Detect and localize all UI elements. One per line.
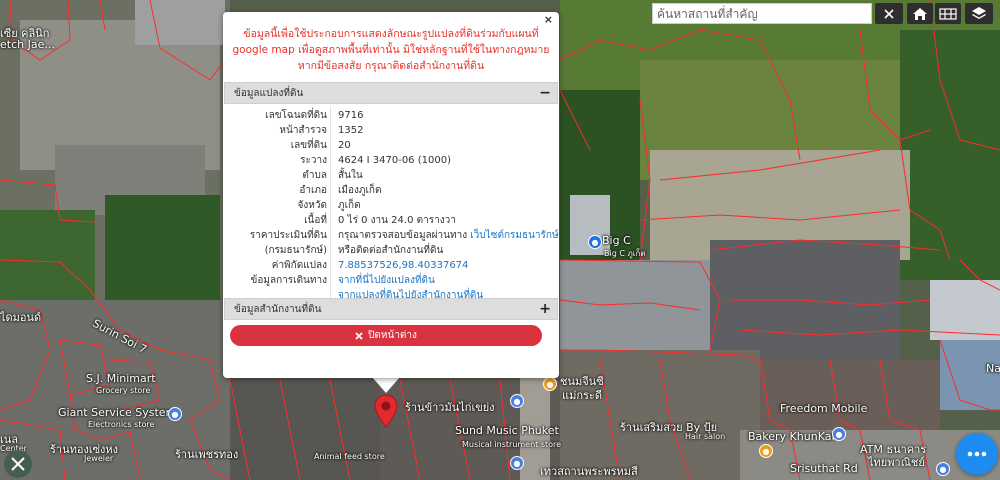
map-label-sund: Sund Music Phuket bbox=[455, 424, 559, 437]
info-value: หรือติดต่อสำนักงานที่ดิน bbox=[338, 245, 444, 256]
info-label: เนื้อที่ bbox=[304, 215, 327, 226]
info-label: อำเภอ bbox=[299, 185, 327, 196]
more-options-button[interactable] bbox=[956, 433, 998, 475]
map-label-tewasthan: เทวสถานพระพรหมสี bbox=[540, 465, 638, 478]
info-row-map-sheet: ระวาง 4624 I 3470-06 (1000) bbox=[223, 153, 559, 168]
info-row-appraisal-price: ราคาประเมินที่ดิน กรุณาตรวจสอบข้อมูลผ่าน… bbox=[223, 228, 559, 243]
map-label-hair: Hair salon bbox=[685, 432, 726, 441]
section-parcel-info-header[interactable]: ข้อมูลแปลงที่ดิน − bbox=[224, 82, 558, 104]
map-label-giant: Giant Service System bbox=[58, 406, 177, 419]
info-row-coordinates: ค่าพิกัดแปลง 7.88537526,98.40337674 bbox=[223, 258, 559, 273]
map-label-srisuthat: Srisuthat Rd bbox=[790, 462, 858, 475]
info-value: 20 bbox=[338, 140, 351, 151]
map-label-right-na: Na bbox=[986, 362, 1000, 375]
grid-icon bbox=[939, 7, 957, 20]
info-label: จังหวัด bbox=[297, 200, 327, 211]
info-value: 4624 I 3470-06 (1000) bbox=[338, 155, 451, 166]
info-value: กรุณาตรวจสอบข้อมูลผ่านทาง เว็บไซต์กรมธนา… bbox=[338, 228, 559, 243]
search-input[interactable] bbox=[652, 3, 872, 24]
info-row-area: เนื้อที่ 0 ไร่ 0 งาน 24.0 ตารางวา bbox=[223, 213, 559, 228]
treasury-website-link[interactable]: เว็บไซต์กรมธนารักษ์ bbox=[470, 230, 558, 241]
info-value: 1352 bbox=[338, 125, 364, 136]
map-label-electronics: Electronics store bbox=[88, 420, 155, 429]
map-label-big-c: Big C bbox=[602, 234, 631, 247]
grid-button[interactable] bbox=[935, 3, 961, 24]
map-label-sj-minimart: S.J. Minimart bbox=[86, 372, 156, 385]
info-label: ระวาง bbox=[300, 155, 327, 166]
info-row-province: จังหวัด ภูเก็ต bbox=[223, 198, 559, 213]
info-value: เมืองภูเก็ต bbox=[338, 185, 382, 196]
section-land-office-header[interactable]: ข้อมูลสำนักงานที่ดิน + bbox=[224, 298, 558, 320]
info-row-district: อำเภอ เมืองภูเก็ต bbox=[223, 183, 559, 198]
info-value: 9716 bbox=[338, 110, 364, 121]
map-label-gold2: ร้านเพชรทอง bbox=[175, 448, 239, 461]
map-label-atm2: ไทยพาณิชย์ bbox=[868, 456, 925, 469]
map-label-nachon2: แม่กระดี bbox=[562, 389, 602, 402]
info-label: ตำบล bbox=[302, 170, 327, 181]
coordinates-link[interactable]: 7.88537526,98.40337674 bbox=[338, 258, 468, 273]
popup-close-button[interactable]: × bbox=[544, 13, 553, 26]
layers-button[interactable] bbox=[965, 3, 993, 24]
close-window-button[interactable]: ปิดหน้าต่าง bbox=[230, 325, 542, 346]
info-label: ข้อมูลการเดินทาง bbox=[250, 275, 327, 286]
info-label: เลขที่ดิน bbox=[290, 140, 327, 151]
info-row-subdistrict: ตำบล สั้นใน bbox=[223, 168, 559, 183]
map-label-sund-sub: Musical instrument store bbox=[462, 440, 562, 449]
map-label-big-c-sub: Big C ภูเก็ต bbox=[604, 249, 646, 258]
clear-search-button[interactable] bbox=[875, 3, 903, 24]
section-land-office-title: ข้อมูลสำนักงานที่ดิน bbox=[234, 303, 322, 315]
info-label: หน้าสำรวจ bbox=[279, 125, 327, 136]
parcel-marker-icon[interactable] bbox=[374, 394, 398, 428]
section-parcel-info-title: ข้อมูลแปลงที่ดิน bbox=[234, 87, 304, 99]
popup-pointer bbox=[372, 377, 400, 393]
food-pin-icon[interactable]: ● bbox=[543, 377, 557, 391]
expand-icon[interactable]: + bbox=[539, 301, 551, 317]
close-icon bbox=[355, 331, 363, 340]
map-label-shop1: ร้านข้าวมันไก่เขย่ง bbox=[405, 401, 495, 414]
info-row-deed-number: เลขโฉนดที่ดิน 9716 bbox=[223, 108, 559, 123]
map-label-freedom: Freedom Mobile bbox=[780, 402, 868, 415]
map-label-grocery: Grocery store bbox=[96, 386, 151, 395]
info-label: เลขโฉนดที่ดิน bbox=[265, 110, 327, 121]
close-icon bbox=[884, 8, 894, 19]
shopping-pin-icon[interactable]: ● bbox=[510, 394, 524, 408]
map-label-clinic-en: etch Jae... bbox=[0, 38, 55, 51]
info-row-survey-page: หน้าสำรวจ 1352 bbox=[223, 123, 559, 138]
info-value: ภูเก็ต bbox=[338, 200, 361, 211]
disclaimer-text: ข้อมูลนี้เพื่อใช้ประกอบการแสดงลักษณะรูปแ… bbox=[232, 28, 550, 72]
shopping-pin-icon[interactable]: ● bbox=[510, 456, 524, 470]
info-label: ราคาประเมินที่ดิน bbox=[249, 230, 327, 241]
info-row-land-number: เลขที่ดิน 20 bbox=[223, 138, 559, 153]
info-value: 0 ไร่ 0 งาน 24.0 ตารางวา bbox=[338, 215, 456, 226]
info-row-travel: ข้อมูลการเดินทาง จากที่นี่ไปยังแปลงที่ดิ… bbox=[223, 273, 559, 288]
collapse-icon[interactable]: − bbox=[539, 85, 551, 101]
map-label-bakery: Bakery KhunKai bbox=[748, 430, 835, 443]
parcel-info-popup: × ข้อมูลนี้เพื่อใช้ประกอบการแสดงลักษณะรู… bbox=[223, 12, 559, 378]
food-pin-icon[interactable]: ● bbox=[759, 444, 773, 458]
info-row-appraisal-price-2: (กรมธนารักษ์) หรือติดต่อสำนักงานที่ดิน bbox=[223, 243, 559, 258]
appraisal-note: กรุณาตรวจสอบข้อมูลผ่านทาง bbox=[338, 230, 468, 241]
measure-tool-button[interactable] bbox=[4, 450, 32, 478]
layers-icon bbox=[972, 6, 986, 19]
info-value: สั้นใน bbox=[338, 170, 363, 181]
home-button[interactable] bbox=[907, 3, 933, 24]
bank-pin-icon[interactable]: ● bbox=[936, 462, 950, 476]
shopping-pin-icon[interactable]: ● bbox=[588, 235, 602, 249]
home-icon bbox=[913, 7, 927, 20]
close-window-label: ปิดหน้าต่าง bbox=[368, 330, 417, 341]
info-label: ค่าพิกัดแปลง bbox=[271, 260, 327, 271]
shopping-pin-icon[interactable]: ● bbox=[168, 407, 182, 421]
shopping-pin-icon[interactable]: ● bbox=[832, 427, 846, 441]
map-label-animal: Animal feed store bbox=[314, 452, 385, 461]
info-label: (กรมธนารักษ์) bbox=[264, 245, 327, 256]
directions-to-parcel-link[interactable]: จากที่นี่ไปยังแปลงที่ดิน bbox=[338, 273, 435, 288]
tools-icon bbox=[11, 457, 25, 471]
map-label-diamond: ไดมอนด์ bbox=[0, 311, 42, 324]
map-label-jeweler: Jeweler bbox=[84, 454, 114, 463]
more-dots-icon bbox=[967, 451, 987, 457]
